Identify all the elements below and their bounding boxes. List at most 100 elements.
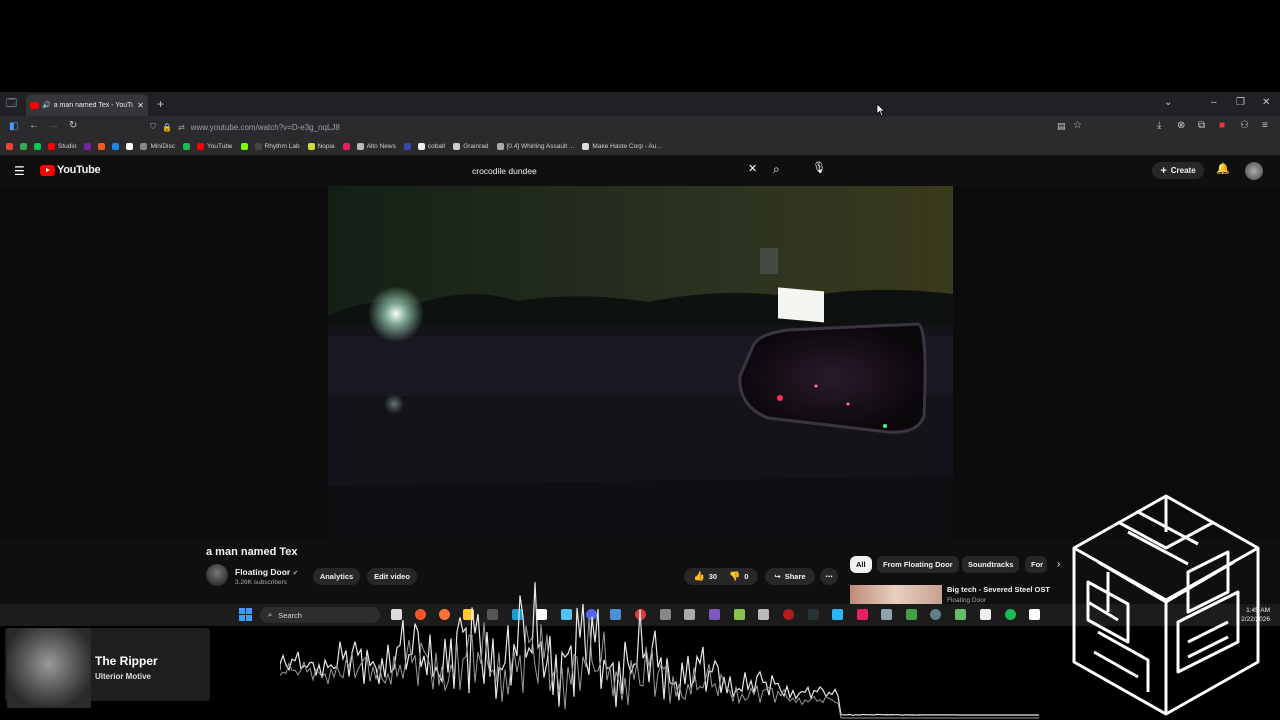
sidebar-icon[interactable]: ◧ (9, 122, 18, 132)
bookmark-favicon-icon (20, 143, 27, 150)
ublock-icon[interactable]: ⊗ (1177, 121, 1185, 131)
bookmark-item[interactable] (240, 143, 251, 150)
chip-for-you[interactable]: For (1025, 556, 1047, 573)
forward-button[interactable]: → (49, 121, 59, 131)
bookmark-label: Make Haste Corp - Au... (592, 143, 662, 150)
bookmark-item[interactable] (183, 143, 193, 150)
geometric-logo-icon (1072, 494, 1260, 716)
bookmark-favicon-icon (197, 143, 204, 150)
track-artist: Ulterior Motive (95, 672, 152, 681)
chevron-right-icon[interactable]: › (1057, 560, 1060, 570)
browser-tab-active[interactable]: 🔊 a man named Tex - YouTube ✕ (26, 94, 148, 116)
search-icon[interactable]: ⌕ (773, 163, 780, 175)
address-bar[interactable]: ⛉ 🔒 ⇄ www.youtube.com/watch?v=D-e3g_nqLJ… (150, 119, 1085, 135)
bookmark-favicon-icon (254, 143, 262, 150)
youtube-logo[interactable]: YouTube (40, 164, 101, 176)
microphone-icon[interactable]: 🎙 (812, 163, 826, 174)
search-icon: ⌕ (268, 610, 273, 619)
youtube-logo-text: YouTube (57, 164, 101, 176)
bookmark-item[interactable]: Make Haste Corp - Au... (582, 143, 662, 150)
bookmark-favicon-icon (307, 143, 315, 150)
channel-avatar[interactable] (206, 564, 228, 586)
chip-all[interactable]: All (850, 556, 872, 573)
bookmark-label: [0.4] Whirling Assault ... (506, 143, 575, 150)
chip-soundtracks[interactable]: Soundtracks (962, 556, 1020, 573)
bookmark-item[interactable]: cobalt (417, 143, 445, 150)
bookmark-item[interactable] (6, 143, 16, 150)
track-title: The Ripper (95, 654, 158, 668)
bookmark-favicon-icon (417, 143, 425, 150)
bookmark-favicon-icon (34, 143, 41, 150)
extensions-icon[interactable]: ⧉ (1198, 121, 1205, 131)
youtube-favicon-icon (30, 101, 39, 109)
bookmark-favicon-icon (496, 143, 504, 150)
reader-view-icon[interactable]: ▤ (1057, 122, 1066, 131)
bookmark-item[interactable]: Alto News (356, 143, 396, 150)
video-title: a man named Tex (206, 546, 298, 558)
bookmark-favicon-icon (140, 143, 148, 150)
menu-icon[interactable]: ≡ (1262, 121, 1268, 131)
bookmark-favicon-icon (342, 143, 350, 150)
player-area (0, 186, 1280, 538)
bookmark-favicon-icon (6, 143, 13, 150)
now-playing-widget: The Ripper Ulterior Motive (5, 628, 210, 708)
bookmark-label: Grainrad (463, 143, 489, 150)
bookmark-item[interactable]: Nopia (307, 143, 335, 150)
mouse-cursor-icon (876, 103, 886, 117)
extension-badge-icon[interactable]: ■ (1219, 121, 1225, 131)
bookmark-item[interactable]: MiniDisc (140, 143, 175, 150)
browser-nav-bar: ◧ ← → ↻ ⛉ 🔒 ⇄ www.youtube.com/watch?v=D-… (0, 116, 1280, 138)
bookmark-item[interactable] (34, 143, 44, 150)
bookmark-item[interactable]: YouTube (197, 143, 233, 150)
search-input[interactable]: crocodile dundee (464, 159, 766, 182)
bookmark-item[interactable]: [0.4] Whirling Assault ... (496, 143, 575, 150)
bookmark-item[interactable] (403, 143, 414, 150)
notifications-bell-icon[interactable]: 🔔 (1216, 164, 1230, 175)
back-button[interactable]: ← (29, 121, 39, 131)
lock-icon[interactable]: 🔒 (162, 123, 172, 132)
audio-waveform-visualizer (280, 582, 1039, 719)
bookmark-favicon-icon (356, 143, 364, 150)
close-window-button[interactable]: ✕ (1262, 98, 1270, 108)
avatar[interactable] (1245, 162, 1263, 180)
browser-tab-bar: 🗔 🔊 a man named Tex - YouTube ✕ + ⌄ – ❐ … (0, 92, 1280, 116)
bookmark-item[interactable] (84, 143, 94, 150)
bookmark-label: Rhythm Lab (264, 143, 300, 150)
album-art (7, 628, 91, 708)
bookmark-item[interactable] (20, 143, 30, 150)
clear-search-icon[interactable]: ✕ (748, 164, 757, 175)
youtube-header: ☰ YouTube crocodile dundee ✕ ⌕ 🎙 + Creat… (0, 155, 1280, 186)
bookmark-item[interactable]: Rhythm Lab (254, 143, 300, 150)
account-icon[interactable]: ⚇ (1240, 121, 1249, 131)
maximize-button[interactable]: ❐ (1236, 98, 1245, 108)
downloads-icon[interactable]: ⤓ (1157, 121, 1161, 131)
search-query[interactable]: crocodile dundee (472, 166, 537, 176)
start-windows-icon[interactable] (239, 608, 252, 621)
bookmark-item[interactable] (126, 143, 136, 150)
bookmark-item[interactable] (112, 143, 122, 150)
new-tab-button[interactable]: + (157, 98, 164, 110)
bookmark-label: Studio (58, 143, 77, 150)
bookmark-label: Nopia (317, 143, 335, 150)
create-button[interactable]: + Create (1152, 162, 1204, 179)
minimize-button[interactable]: – (1211, 98, 1217, 108)
reload-button[interactable]: ↻ (69, 121, 77, 131)
bookmark-item[interactable] (342, 143, 353, 150)
speaker-icon[interactable]: 🔊 (42, 101, 51, 109)
permissions-icon[interactable]: ⇄ (178, 123, 185, 132)
bookmark-item[interactable]: Studio (48, 143, 76, 150)
bookmark-item[interactable]: Grainrad (453, 143, 489, 150)
url-text[interactable]: www.youtube.com/watch?v=D-e3g_nqLJ8 (191, 123, 340, 132)
video-frame-image (328, 186, 953, 538)
hamburger-menu-icon[interactable]: ☰ (14, 165, 25, 177)
tab-list-icon[interactable]: 🗔 (6, 99, 17, 109)
chip-from-floating-door[interactable]: From Floating Door (877, 556, 959, 573)
chevron-down-icon[interactable]: ⌄ (1164, 98, 1172, 108)
bookmark-favicon-icon (453, 143, 461, 150)
bookmark-star-icon[interactable]: ☆ (1073, 121, 1082, 131)
video-player[interactable] (328, 186, 953, 538)
close-tab-icon[interactable]: ✕ (137, 101, 144, 110)
shield-icon[interactable]: ⛉ (150, 122, 156, 132)
plus-icon: + (1160, 164, 1167, 177)
bookmark-item[interactable] (98, 143, 108, 150)
